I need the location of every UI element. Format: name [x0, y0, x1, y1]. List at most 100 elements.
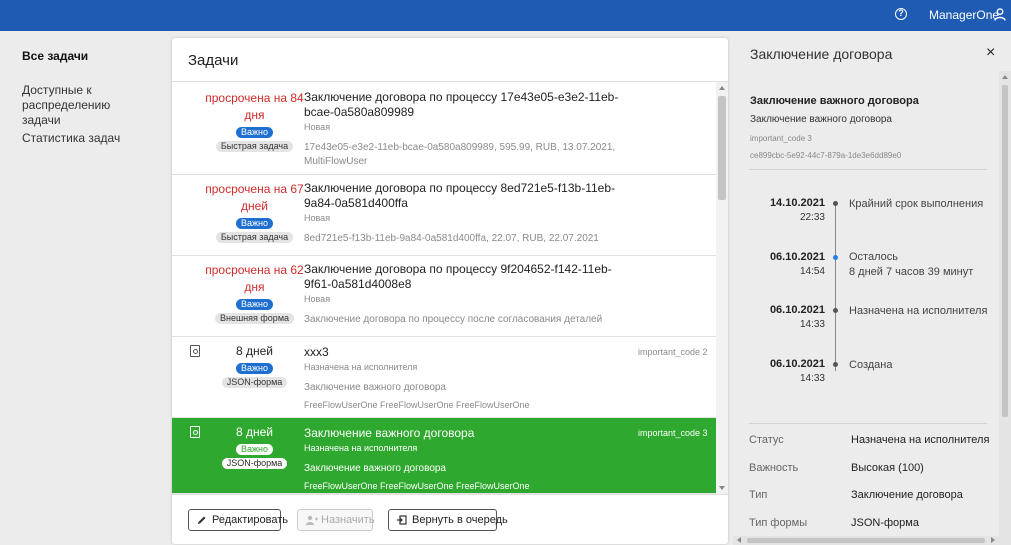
timeline-dot: [833, 201, 838, 206]
timeline-date: 06.10.2021: [769, 251, 825, 263]
form-type-badge: Быстрая задача: [215, 232, 294, 243]
timeline-time: 22:33: [799, 212, 825, 223]
help-icon[interactable]: ?: [895, 8, 907, 20]
nav-item-all-tasks[interactable]: Все задачи: [22, 49, 88, 64]
scroll-right-icon[interactable]: [991, 537, 995, 543]
details-id: ce899cbc-5e92-44c7-879a-1de3e6dd89e0: [750, 151, 902, 160]
task-title: Заключение договора по процессу 8ed721e5…: [304, 181, 616, 210]
scroll-up-icon[interactable]: [1002, 75, 1008, 79]
task-details-panel: Заключение договора × Заключение важного…: [733, 31, 1011, 545]
nav-item-available-tasks[interactable]: Доступные к распределению задачи: [22, 83, 152, 128]
timeline-label: Назначена на исполнителя: [849, 305, 988, 317]
task-status: Назначена на исполнителя: [304, 362, 418, 372]
divider: [749, 423, 987, 424]
user-icon[interactable]: [994, 8, 1006, 21]
edit-button[interactable]: Редактировать: [188, 509, 288, 531]
timeline-dot: [833, 308, 838, 313]
task-title: Заключение договора по процессу 9f204652…: [304, 262, 612, 291]
user-name[interactable]: ManagerOne: [929, 8, 999, 22]
task-assignees: FreeFlowUserOne FreeFlowUserOne FreeFlow…: [304, 400, 530, 410]
task-row-selected[interactable]: 8 дней Важно JSON-форма Заключение важно…: [172, 418, 716, 494]
divider: [749, 169, 987, 170]
timeline-date: 06.10.2021: [769, 304, 825, 316]
form-type-badge: JSON-форма: [221, 458, 288, 469]
field-value-importance: Высокая (100): [851, 462, 924, 474]
task-description: Заключение договора по процессу после со…: [304, 314, 603, 325]
nav-item-task-statistics[interactable]: Статистика задач: [22, 131, 120, 146]
task-list-scrollbar[interactable]: [716, 82, 728, 494]
field-label-importance: Важность: [749, 462, 799, 474]
field-label-form-type: Тип формы: [749, 517, 808, 529]
task-title: Заключение договора по процессу 17e43e05…: [304, 90, 619, 119]
importance-badge: Важно: [235, 363, 273, 374]
task-row[interactable]: просрочена на 67 дней Важно Быстрая зада…: [172, 175, 716, 256]
task-title: xxx3: [304, 345, 329, 359]
timeline-date: 06.10.2021: [769, 358, 825, 370]
details-code: important_code 3: [750, 134, 812, 143]
field-label-status: Статус: [749, 434, 784, 446]
task-list: просрочена на 84 дня Важно Быстрая задач…: [172, 82, 716, 494]
task-code: important_code 3: [638, 428, 708, 438]
timeline-dot: [833, 362, 838, 367]
task-deadline: 8 дней: [235, 425, 273, 439]
task-status: Новая: [304, 122, 331, 132]
close-icon[interactable]: ×: [986, 45, 995, 61]
task-code: important_code 2: [638, 347, 708, 357]
assign-button[interactable]: Назначить: [297, 509, 375, 531]
details-title: Заключение договора: [750, 46, 893, 62]
task-title: Заключение важного договора: [304, 426, 475, 440]
assign-user-icon: [306, 515, 318, 525]
task-status: Новая: [304, 294, 331, 304]
tasks-card: Задачи просрочена на 84 дня Важно Быстра…: [172, 38, 728, 544]
scroll-thumb[interactable]: [718, 96, 726, 200]
scroll-up-icon[interactable]: [719, 86, 725, 90]
task-row[interactable]: просрочена на 84 дня Важно Быстрая задач…: [172, 82, 716, 175]
task-deadline: 8 дней: [235, 344, 273, 358]
tasks-title: Задачи: [188, 52, 239, 69]
form-type-badge: Внешняя форма: [214, 313, 295, 324]
task-deadline: просрочена на 67 дней: [205, 182, 304, 213]
task-deadline: просрочена на 62 дня: [205, 263, 304, 294]
task-status: Новая: [304, 213, 331, 223]
form-type-badge: JSON-форма: [221, 377, 288, 388]
edit-button-label: Редактировать: [212, 514, 288, 526]
task-deadline: просрочена на 84 дня: [205, 91, 304, 122]
details-heading: Заключение важного договора: [750, 95, 919, 107]
task-actions-bar: Редактировать Назначить Вернуть в очеред…: [172, 494, 728, 544]
scroll-down-icon[interactable]: [719, 486, 725, 490]
details-scrollbar[interactable]: [999, 71, 1011, 545]
task-row[interactable]: 8 дней Важно JSON-форма xxx3 Назначена н…: [172, 337, 716, 418]
task-description: Заключение важного договора: [304, 382, 446, 393]
scroll-thumb[interactable]: [747, 538, 985, 543]
top-bar: ? ManagerOne: [0, 0, 1011, 31]
left-navigation: Все задачи Доступные к распределению зад…: [0, 31, 170, 545]
pencil-icon: [198, 516, 206, 524]
timeline-time: 14:33: [799, 319, 825, 330]
timeline-time: 14:54: [799, 266, 825, 277]
return-icon: [397, 515, 407, 525]
timeline-date: 14.10.2021: [769, 197, 825, 209]
importance-badge: Важно: [235, 299, 273, 310]
field-value-status: Назначена на исполнителя: [851, 434, 990, 446]
task-description: 17e43e05-e3e2-11eb-bcae-0a580a809989, 59…: [304, 142, 616, 167]
timeline-dot-current: [833, 255, 838, 260]
task-description: Заключение важного договора: [304, 463, 446, 474]
task-row[interactable]: просрочена на 62 дня Важно Внешняя форма…: [172, 256, 716, 337]
field-label-type: Тип: [749, 489, 768, 501]
importance-badge: Важно: [235, 127, 273, 138]
scroll-thumb[interactable]: [1002, 85, 1008, 417]
return-button-label: Вернуть в очередь: [412, 514, 508, 526]
task-description: 8ed721e5-f13b-11eb-9a84-0a581d400ffa, 22…: [304, 233, 599, 244]
assign-button-label: Назначить: [321, 514, 375, 526]
field-value-form-type: JSON-форма: [851, 517, 919, 529]
details-subtitle: Заключение важного договора: [750, 114, 892, 125]
timeline-label: Осталось: [849, 251, 898, 263]
importance-badge: Важно: [235, 218, 273, 229]
scroll-left-icon[interactable]: [737, 537, 741, 543]
importance-badge: Важно: [235, 444, 273, 455]
field-value-type: Заключение договора: [851, 489, 963, 501]
details-horizontal-scrollbar[interactable]: [733, 536, 999, 545]
timeline-remaining: 8 дней 7 часов 39 минут: [849, 266, 974, 278]
form-type-badge: Быстрая задача: [215, 141, 294, 152]
return-to-queue-button[interactable]: Вернуть в очередь: [388, 509, 508, 531]
